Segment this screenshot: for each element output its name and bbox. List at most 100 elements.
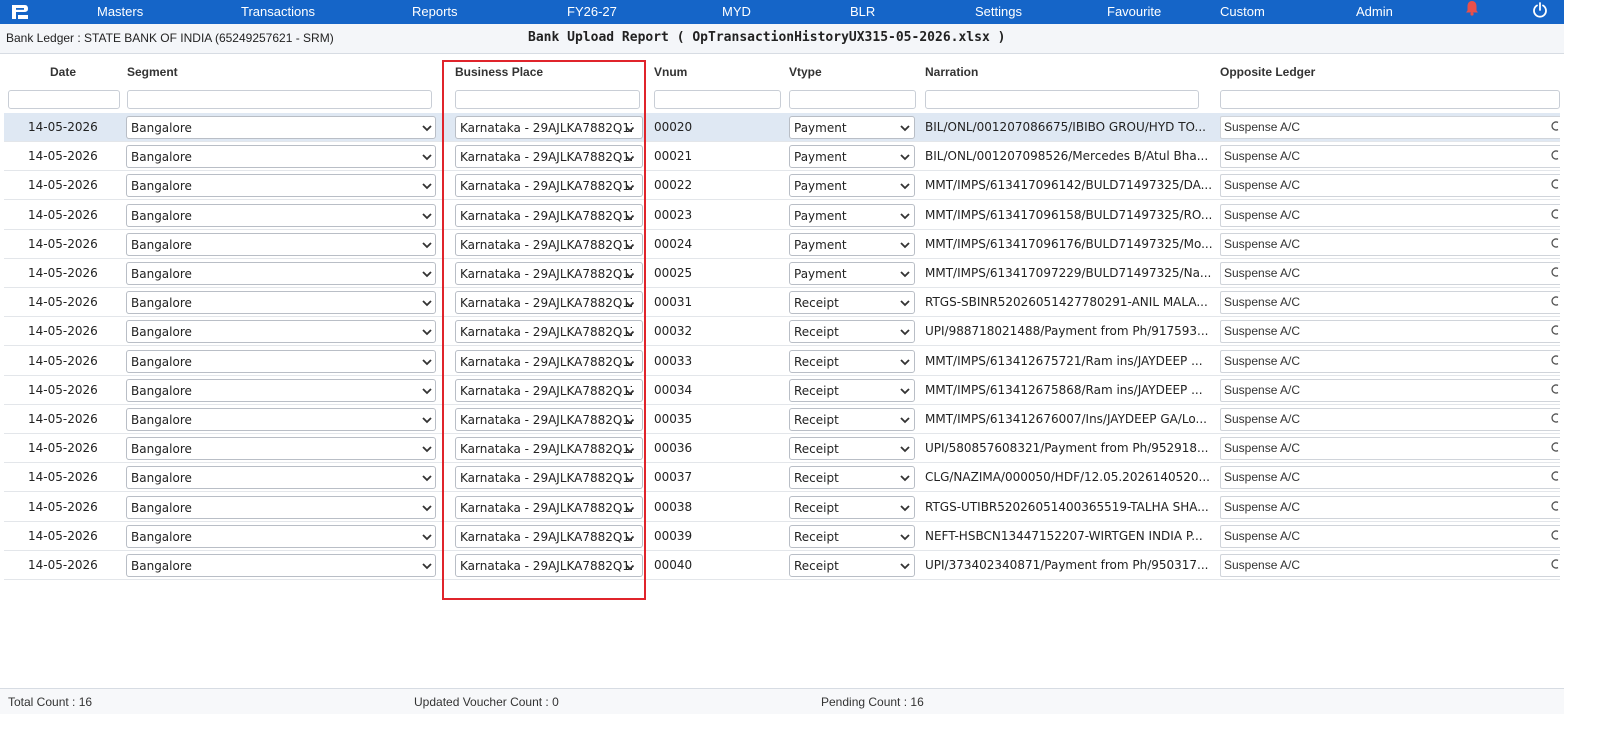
nav-reports[interactable]: Reports (412, 4, 458, 19)
nav-myd[interactable]: MYD (722, 4, 751, 19)
vtype-dropdown[interactable]: Payment (789, 174, 915, 198)
opposite-ledger-field[interactable]: Suspense A/C (1220, 524, 1560, 548)
business-place-dropdown[interactable]: Karnataka - 29AJLKA7882Q1Z0 (455, 320, 643, 344)
vtype-dropdown[interactable]: Receipt (789, 349, 915, 373)
ledger-picker-icon[interactable] (1550, 558, 1560, 570)
table-row[interactable]: 14-05-2026 Bangalore Karnataka - 29AJLKA78… (4, 288, 1560, 318)
business-place-dropdown[interactable]: Karnataka - 29AJLKA7882Q1Z0 (455, 524, 643, 548)
vtype-dropdown[interactable]: Receipt (789, 437, 915, 461)
table-row[interactable]: 14-05-2026 Bangalore Karnataka - 29AJLKA78… (4, 142, 1560, 172)
business-place-dropdown[interactable]: Karnataka - 29AJLKA7882Q1Z0 (455, 408, 643, 431)
power-icon[interactable] (1532, 2, 1548, 18)
segment-dropdown[interactable]: Bangalore (126, 145, 436, 169)
date-filter-input[interactable] (8, 90, 120, 109)
ledger-picker-icon[interactable] (1550, 470, 1560, 482)
table-row[interactable]: 14-05-2026 Bangalore Karnataka - 29AJLKA78… (4, 463, 1560, 493)
ledger-picker-icon[interactable] (1550, 120, 1560, 132)
business-place-dropdown[interactable]: Karnataka - 29AJLKA7882Q1Z0 (455, 495, 643, 519)
table-row[interactable]: 14-05-2026 Bangalore Karnataka - 29AJLKA78… (4, 259, 1560, 288)
nav-settings[interactable]: Settings (975, 4, 1022, 19)
segment-dropdown[interactable]: Bangalore (126, 378, 436, 402)
table-row[interactable]: 14-05-2026 Bangalore Karnataka - 29AJLKA78… (4, 492, 1560, 522)
opposite-ledger-field[interactable]: Suspense A/C (1220, 437, 1560, 461)
column-header-date[interactable]: Date (50, 65, 76, 79)
vtype-dropdown[interactable]: Payment (789, 262, 915, 285)
vnum-filter-input[interactable] (654, 90, 781, 109)
narration-filter-input[interactable] (925, 90, 1199, 109)
ledger-picker-icon[interactable] (1550, 441, 1560, 453)
business-place-dropdown[interactable]: Karnataka - 29AJLKA7882Q1Z0 (455, 291, 643, 315)
vtype-dropdown[interactable]: Payment (789, 145, 915, 169)
business-place-filter-input[interactable] (455, 90, 640, 109)
vtype-dropdown[interactable]: Receipt (789, 320, 915, 344)
vtype-dropdown[interactable]: Receipt (789, 524, 915, 548)
vtype-dropdown[interactable]: Payment (789, 116, 915, 139)
table-row[interactable]: 14-05-2026 Bangalore Karnataka - 29AJLKA78… (4, 113, 1560, 142)
column-header-opposite-ledger[interactable]: Opposite Ledger (1220, 65, 1315, 79)
ledger-picker-icon[interactable] (1550, 412, 1560, 424)
opposite-ledger-field[interactable]: Suspense A/C (1220, 291, 1560, 315)
business-place-dropdown[interactable]: Karnataka - 29AJLKA7882Q1Z0 (455, 378, 643, 402)
business-place-dropdown[interactable]: Karnataka - 29AJLKA7882Q1Z0 (455, 174, 643, 198)
opposite-ledger-field[interactable]: Suspense A/C (1220, 554, 1560, 577)
segment-dropdown[interactable]: Bangalore (126, 291, 436, 315)
opposite-ledger-field[interactable]: Suspense A/C (1220, 174, 1560, 198)
column-header-vtype[interactable]: Vtype (789, 65, 822, 79)
segment-dropdown[interactable]: Bangalore (126, 203, 436, 227)
vtype-dropdown[interactable]: Receipt (789, 378, 915, 402)
opposite-ledger-field[interactable]: Suspense A/C (1220, 378, 1560, 402)
brand-logo-icon[interactable] (10, 3, 30, 21)
business-place-dropdown[interactable]: Karnataka - 29AJLKA7882Q1Z0 (455, 554, 643, 577)
opposite-ledger-field[interactable]: Suspense A/C (1220, 349, 1560, 373)
business-place-dropdown[interactable]: Karnataka - 29AJLKA7882Q1Z0 (455, 232, 643, 256)
opposite-ledger-field[interactable]: Suspense A/C (1220, 466, 1560, 490)
opposite-ledger-field[interactable]: Suspense A/C (1220, 320, 1560, 344)
table-row[interactable]: 14-05-2026 Bangalore Karnataka - 29AJLKA78… (4, 346, 1560, 376)
opposite-ledger-field[interactable]: Suspense A/C (1220, 408, 1560, 431)
vtype-dropdown[interactable]: Payment (789, 232, 915, 256)
segment-dropdown[interactable]: Bangalore (126, 174, 436, 198)
opposite-ledger-field[interactable]: Suspense A/C (1220, 145, 1560, 169)
ledger-picker-icon[interactable] (1550, 500, 1560, 512)
opposite-ledger-field[interactable]: Suspense A/C (1220, 262, 1560, 285)
vtype-dropdown[interactable]: Receipt (789, 408, 915, 431)
ledger-picker-icon[interactable] (1550, 208, 1560, 220)
column-header-business-place[interactable]: Business Place (455, 65, 543, 79)
segment-dropdown[interactable]: Bangalore (126, 232, 436, 256)
nav-favourite[interactable]: Favourite (1107, 4, 1161, 19)
vtype-dropdown[interactable]: Receipt (789, 291, 915, 315)
nav-blr[interactable]: BLR (850, 4, 875, 19)
table-row[interactable]: 14-05-2026 Bangalore Karnataka - 29AJLKA78… (4, 375, 1560, 405)
table-row[interactable]: 14-05-2026 Bangalore Karnataka - 29AJLKA78… (4, 171, 1560, 201)
opposite-ledger-filter-input[interactable] (1220, 90, 1560, 109)
ledger-picker-icon[interactable] (1550, 237, 1560, 249)
business-place-dropdown[interactable]: Karnataka - 29AJLKA7882Q1Z0 (455, 203, 643, 227)
ledger-picker-icon[interactable] (1550, 354, 1560, 366)
column-header-narration[interactable]: Narration (925, 65, 978, 79)
ledger-picker-icon[interactable] (1550, 324, 1560, 336)
vtype-dropdown[interactable]: Receipt (789, 495, 915, 519)
segment-dropdown[interactable]: Bangalore (126, 437, 436, 461)
ledger-picker-icon[interactable] (1550, 529, 1560, 541)
business-place-dropdown[interactable]: Karnataka - 29AJLKA7882Q1Z0 (455, 145, 643, 169)
vtype-dropdown[interactable]: Receipt (789, 554, 915, 577)
segment-dropdown[interactable]: Bangalore (126, 262, 436, 285)
ledger-picker-icon[interactable] (1550, 178, 1560, 190)
segment-dropdown[interactable]: Bangalore (126, 554, 436, 577)
ledger-picker-icon[interactable] (1550, 295, 1560, 307)
table-row[interactable]: 14-05-2026 Bangalore Karnataka - 29AJLKA78… (4, 521, 1560, 551)
opposite-ledger-field[interactable]: Suspense A/C (1220, 203, 1560, 227)
segment-dropdown[interactable]: Bangalore (126, 495, 436, 519)
segment-dropdown[interactable]: Bangalore (126, 524, 436, 548)
column-header-segment[interactable]: Segment (127, 65, 178, 79)
business-place-dropdown[interactable]: Karnataka - 29AJLKA7882Q1Z0 (455, 116, 643, 139)
table-row[interactable]: 14-05-2026 Bangalore Karnataka - 29AJLKA78… (4, 317, 1560, 347)
business-place-dropdown[interactable]: Karnataka - 29AJLKA7882Q1Z0 (455, 349, 643, 373)
notification-bell-icon[interactable] (1464, 0, 1480, 16)
opposite-ledger-field[interactable]: Suspense A/C (1220, 232, 1560, 256)
nav-transactions[interactable]: Transactions (241, 4, 315, 19)
table-row[interactable]: 14-05-2026 Bangalore Karnataka - 29AJLKA78… (4, 229, 1560, 259)
table-row[interactable]: 14-05-2026 Bangalore Karnataka - 29AJLKA78… (4, 405, 1560, 434)
segment-dropdown[interactable]: Bangalore (126, 320, 436, 344)
ledger-picker-icon[interactable] (1550, 266, 1560, 278)
